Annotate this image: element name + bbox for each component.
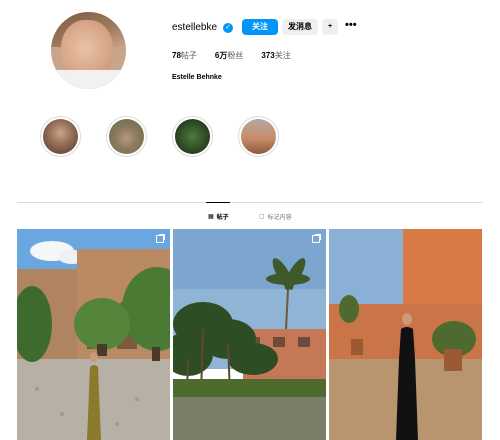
tab-posts[interactable]: ▦ 帖子 xyxy=(208,212,229,221)
follow-button[interactable]: 关注 xyxy=(242,19,278,35)
stat-following[interactable]: 373关注 xyxy=(261,50,290,61)
tab-tagged-label: 标记内容 xyxy=(267,215,292,221)
tab-tagged[interactable]: ▢ 标记内容 xyxy=(259,212,292,221)
carousel-icon xyxy=(312,235,320,243)
message-button[interactable]: 发消息 xyxy=(282,19,318,35)
suggest-user-button[interactable]: + xyxy=(322,19,338,35)
following-label: 关注 xyxy=(274,51,291,60)
more-options-icon[interactable]: ••• xyxy=(345,19,357,31)
carousel-icon xyxy=(156,235,164,243)
profile-full-name: Estelle Behnke xyxy=(172,74,222,81)
post-image xyxy=(17,229,170,440)
post-thumbnail[interactable] xyxy=(17,229,170,440)
story-highlight[interactable] xyxy=(40,116,81,157)
highlight-thumbnail xyxy=(241,119,276,154)
followers-count: 6万 xyxy=(214,51,228,60)
followers-label: 粉丝 xyxy=(227,51,244,60)
posts-label: 帖子 xyxy=(180,51,197,60)
posts-count: 78 xyxy=(172,51,181,60)
following-count: 373 xyxy=(261,51,275,60)
post-thumbnail[interactable] xyxy=(173,229,326,440)
add-user-icon: + xyxy=(327,23,333,30)
post-image xyxy=(329,229,482,440)
tab-posts-label: 帖子 xyxy=(216,215,229,221)
active-tab-indicator xyxy=(206,202,230,203)
profile-username: estellebke xyxy=(172,22,218,33)
post-thumbnail[interactable] xyxy=(329,229,482,440)
profile-stats: 78帖子 6万粉丝 373关注 xyxy=(172,50,291,61)
story-highlight[interactable] xyxy=(238,116,279,157)
tagged-icon: ▢ xyxy=(259,214,265,220)
highlight-thumbnail xyxy=(175,119,210,154)
grid-icon: ▦ xyxy=(208,214,214,220)
tabs-divider xyxy=(17,202,483,203)
story-highlight[interactable] xyxy=(106,116,147,157)
profile-avatar[interactable] xyxy=(51,12,126,89)
story-highlight[interactable] xyxy=(172,116,213,157)
stat-followers[interactable]: 6万粉丝 xyxy=(215,50,243,61)
highlight-thumbnail xyxy=(43,119,78,154)
avatar-shirt xyxy=(51,70,126,89)
verified-badge-icon: ✓ xyxy=(223,23,233,33)
highlight-thumbnail xyxy=(109,119,144,154)
stat-posts[interactable]: 78帖子 xyxy=(172,50,197,61)
post-image xyxy=(173,229,326,440)
